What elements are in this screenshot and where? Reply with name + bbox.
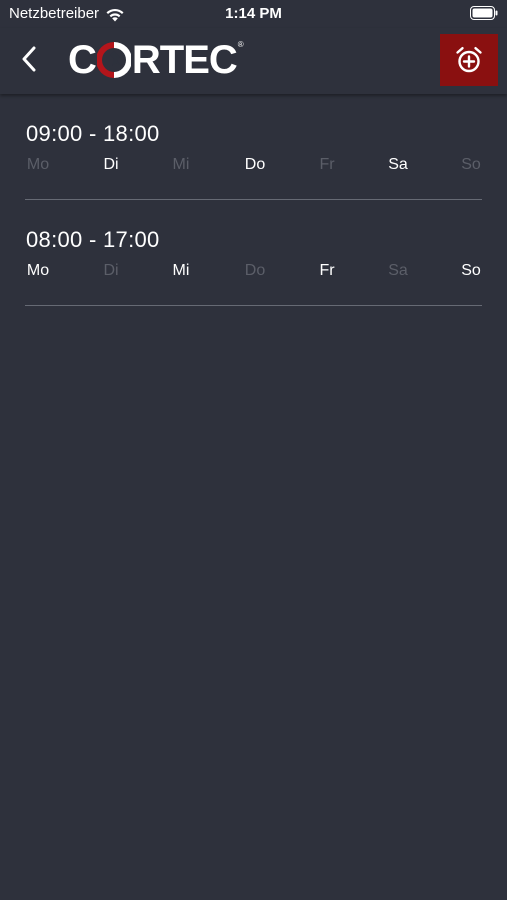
schedule-item[interactable]: 08:00 - 17:00 Mo Di Mi Do Fr Sa So xyxy=(25,200,482,306)
schedule-time-range: 09:00 - 18:00 xyxy=(26,121,160,146)
weekday-sa: Sa xyxy=(388,156,408,173)
weekday-mo: Mo xyxy=(26,262,50,279)
navigation-bar: C RTEC ® xyxy=(0,28,507,94)
weekday-fr: Fr xyxy=(319,262,335,279)
weekday-do: Do xyxy=(244,156,266,173)
weekday-row: Mo Di Mi Do Fr Sa So xyxy=(25,262,482,284)
alarm-add-icon xyxy=(456,47,482,73)
logo-o-mark xyxy=(95,40,132,80)
add-alarm-button[interactable] xyxy=(440,34,498,86)
schedule-time-range: 08:00 - 17:00 xyxy=(26,227,160,252)
weekday-so: So xyxy=(461,262,481,279)
schedule-item[interactable]: 09:00 - 18:00 Mo Di Mi Do Fr Sa So xyxy=(25,94,482,200)
battery-icon xyxy=(470,6,498,20)
weekday-sa: Sa xyxy=(388,262,408,279)
weekday-di: Di xyxy=(103,262,119,279)
weekday-do: Do xyxy=(244,262,266,279)
schedule-list: 09:00 - 18:00 Mo Di Mi Do Fr Sa So 08:00… xyxy=(25,94,482,306)
weekday-mi: Mi xyxy=(172,262,190,279)
weekday-fr: Fr xyxy=(319,156,335,173)
cortec-logo: C RTEC ® xyxy=(68,38,244,82)
weekday-so: So xyxy=(461,156,481,173)
back-button[interactable] xyxy=(12,42,46,76)
chevron-left-icon xyxy=(22,46,36,72)
weekday-row: Mo Di Mi Do Fr Sa So xyxy=(25,156,482,178)
weekday-mo: Mo xyxy=(26,156,50,173)
status-time: 1:14 PM xyxy=(225,5,282,22)
status-bar: Netzbetreiber 1:14 PM xyxy=(0,0,507,28)
weekday-mi: Mi xyxy=(172,156,190,173)
weekday-di: Di xyxy=(103,156,119,173)
